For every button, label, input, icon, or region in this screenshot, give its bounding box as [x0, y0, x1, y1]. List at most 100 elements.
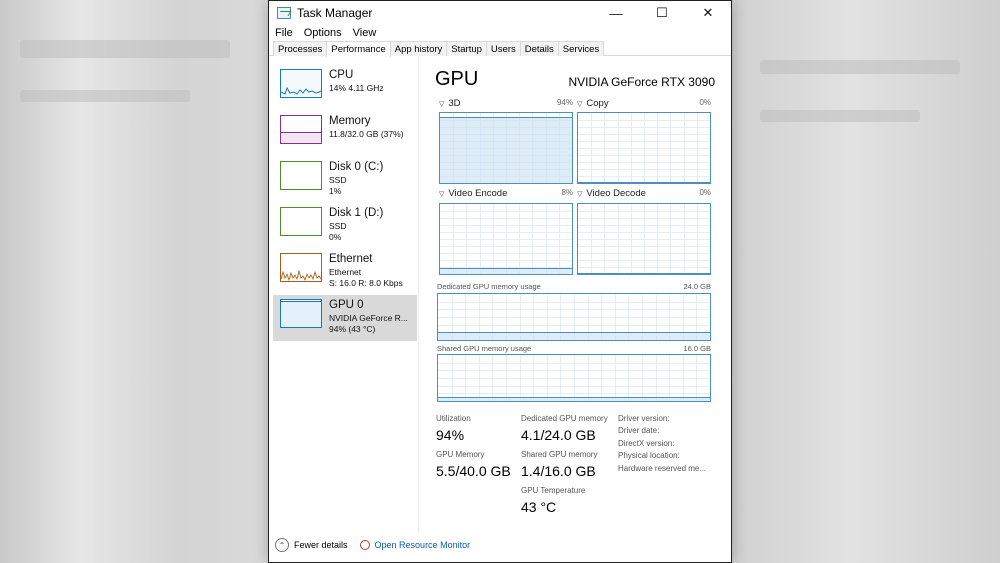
gpu-thumbnail-graph	[280, 299, 322, 328]
engine-name: 3D	[448, 98, 461, 109]
info-driver-date: Driver date:	[618, 426, 660, 435]
dedicated-gpu-memory-value: 4.1/24.0 GB	[521, 427, 596, 443]
graph-gridline	[440, 211, 572, 212]
sidebar-item-gpu-0[interactable]: GPU 0 NVIDIA GeForce R... 94% (43 °C)	[273, 295, 417, 341]
graph-gridline	[578, 162, 710, 163]
graph-gridline	[440, 225, 572, 226]
graph-gridline	[578, 260, 710, 261]
graph-gridline	[438, 362, 710, 364]
tab-app-history[interactable]: App history	[389, 41, 448, 56]
menu-options[interactable]: Options	[304, 27, 342, 39]
engine-percent: 8%	[561, 188, 573, 197]
sidebar-item-label: Disk 0 (C:)	[329, 161, 384, 173]
chevron-down-icon: ▽	[577, 101, 583, 108]
engine-graph-copy	[577, 112, 711, 184]
sidebar-item-detail: 94% (43 °C)	[329, 324, 376, 334]
background-blur	[20, 40, 230, 58]
graph-gridline	[578, 141, 710, 142]
tab-startup[interactable]: Startup	[446, 41, 487, 56]
task-manager-icon	[277, 7, 291, 19]
dedicated-memory-max: 24.0 GB	[683, 282, 711, 291]
tab-performance[interactable]: Performance	[326, 41, 391, 57]
sidebar-item-detail: 11.8/32.0 GB (37%)	[329, 129, 404, 139]
menu-file[interactable]: File	[275, 27, 293, 39]
graph-gridline	[438, 370, 710, 372]
engine-graph-video-decode	[577, 203, 711, 275]
graph-gridline	[578, 246, 710, 247]
resource-monitor-icon	[359, 540, 370, 550]
graph-gridline	[440, 218, 572, 219]
gpu-model-name: NVIDIA GeForce RTX 3090	[568, 75, 715, 89]
sidebar-item-disk-1[interactable]: Disk 1 (D:) SSD 0%	[273, 203, 417, 249]
graph-gridline	[578, 239, 710, 240]
dedicated-memory-label: Dedicated GPU memory usage 24.0 GB	[437, 282, 711, 291]
minimize-button[interactable]: —	[593, 1, 639, 25]
info-directx-version: DirectX version:	[618, 439, 675, 448]
graph-gridline	[440, 239, 572, 240]
menu-view[interactable]: View	[353, 27, 377, 39]
tab-bar: Processes Performance App history Startu…	[269, 41, 731, 57]
sidebar-item-label: CPU	[329, 69, 354, 81]
sidebar-item-disk-0[interactable]: Disk 0 (C:) SSD 1%	[273, 157, 417, 203]
footer-bar: ⌃ Fewer details Open Resource Monitor	[275, 538, 470, 552]
graph-gridline	[578, 253, 710, 254]
shared-gpu-memory-value: 1.4/16.0 GB	[521, 463, 596, 479]
graph-gridline	[440, 260, 572, 261]
utilization-value: 94%	[436, 427, 465, 443]
fewer-details-link[interactable]: Fewer details	[294, 540, 348, 550]
shared-memory-max: 16.0 GB	[683, 344, 711, 353]
engine-percent: 94%	[556, 98, 573, 107]
sidebar-item-ethernet[interactable]: Ethernet Ethernet S: 16.0 R: 8.0 Kbps	[273, 249, 417, 295]
gpu-temperature-label: GPU Temperature	[521, 486, 586, 495]
graph-gridline	[578, 120, 710, 121]
chevron-down-icon: ▽	[577, 191, 583, 198]
sidebar-item-detail: SSD	[329, 221, 347, 231]
graph-fill	[578, 273, 710, 274]
graph-fill	[578, 182, 710, 183]
engine-label-video-decode[interactable]: ▽ Video Decode 0%	[577, 188, 711, 199]
engine-percent: 0%	[699, 98, 711, 107]
page-title: GPU	[435, 68, 479, 90]
resource-sidebar: CPU 14% 4.11 GHz Memory 11.8/32.0 GB (37…	[273, 65, 417, 341]
sidebar-item-label: Disk 1 (D:)	[329, 207, 384, 219]
tab-users[interactable]: Users	[485, 41, 521, 56]
engine-graph-3d	[439, 112, 573, 184]
tab-details[interactable]: Details	[519, 41, 559, 56]
graph-fill	[440, 117, 572, 183]
engine-graph-video-encode	[439, 203, 573, 275]
graph-gridline	[438, 378, 710, 379]
close-button[interactable]: ✕	[685, 1, 731, 25]
pane-divider	[418, 57, 419, 532]
graph-gridline	[578, 155, 710, 156]
sidebar-item-detail: 0%	[329, 232, 342, 242]
graph-gridline	[578, 169, 710, 170]
chevron-down-icon: ▽	[439, 191, 445, 198]
background-blur	[760, 60, 960, 74]
sidebar-item-detail: S: 16.0 R: 8.0 Kbps	[329, 278, 403, 288]
graph-gridline	[578, 134, 710, 135]
open-resource-monitor-link[interactable]: Open Resource Monitor	[375, 540, 471, 550]
tab-processes[interactable]: Processes	[273, 41, 328, 56]
title-bar: Task Manager — ☐ ✕	[269, 1, 731, 25]
info-driver-version: Driver version:	[618, 414, 670, 423]
sidebar-item-memory[interactable]: Memory 11.8/32.0 GB (37%)	[273, 111, 417, 157]
engine-label-copy[interactable]: ▽ Copy 0%	[577, 98, 711, 109]
sidebar-item-cpu[interactable]: CPU 14% 4.11 GHz	[273, 65, 417, 111]
background-blur	[20, 90, 190, 102]
maximize-button[interactable]: ☐	[639, 1, 685, 25]
graph-gridline	[578, 267, 710, 268]
shared-gpu-memory-label: Shared GPU memory	[521, 450, 598, 459]
info-physical-location: Physical location:	[618, 451, 680, 460]
chevron-up-icon[interactable]: ⌃	[275, 538, 289, 552]
info-hardware-reserved: Hardware reserved me...	[618, 464, 707, 473]
disk-0-thumbnail-graph	[280, 161, 322, 190]
tab-services[interactable]: Services	[557, 41, 605, 56]
graph-gridline	[578, 127, 710, 128]
sidebar-item-detail: 14% 4.11 GHz	[329, 83, 384, 93]
graph-gridline	[438, 317, 710, 318]
engine-label-video-encode[interactable]: ▽ Video Encode 8%	[439, 188, 573, 199]
engine-label-3d[interactable]: ▽ 3D 94%	[439, 98, 573, 109]
sidebar-item-detail: NVIDIA GeForce R...	[329, 313, 408, 323]
graph-gridline	[440, 246, 572, 247]
gpu-temperature-value: 43 °C	[521, 499, 557, 515]
